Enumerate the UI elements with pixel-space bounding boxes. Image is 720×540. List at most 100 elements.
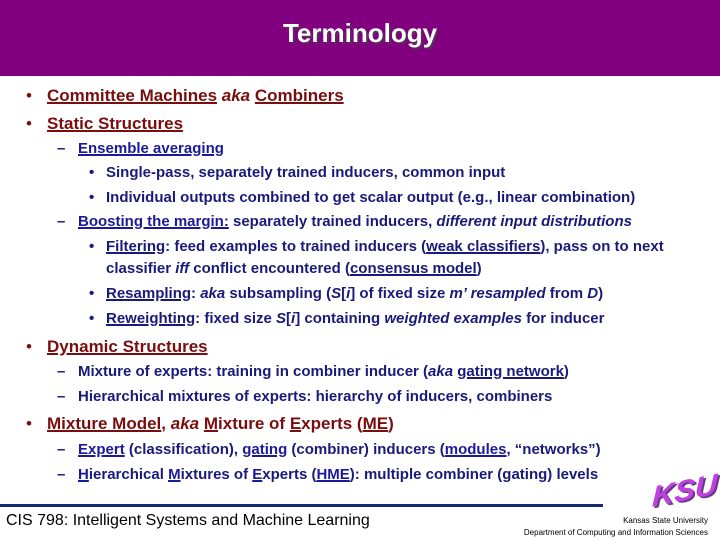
dash-marker: – (57, 466, 66, 483)
bullet-static-structures: Static Structures (47, 114, 183, 134)
emphasis-text: aka (428, 363, 454, 380)
text: ): multiple combiner (gating) levels (349, 466, 599, 483)
university-name: Kansas State University (623, 516, 708, 525)
emphasis-text: iff (175, 260, 190, 277)
emphasis-text: S (331, 285, 342, 302)
text: xperts ( (301, 414, 363, 433)
text: ] of fixed size (350, 285, 450, 302)
bullet-reweighting: Reweighting: fixed size S[i] containing … (106, 310, 604, 327)
bullet-filtering-continued: classifier iff conflict encountered (con… (106, 260, 482, 277)
bullet-marker: • (26, 86, 32, 105)
term-gating: gating (242, 441, 288, 458)
dash-marker: – (57, 213, 66, 230)
term-expert: Expert (78, 441, 125, 458)
text: : (191, 285, 201, 302)
text: (combiner) inducers ( (287, 441, 445, 458)
bullet-filtering: Filtering: feed examples to trained indu… (106, 238, 664, 255)
acronym-letter: M (203, 414, 219, 433)
emphasis-text: m’ resampled (449, 285, 546, 302)
aka-text: aka (217, 86, 255, 105)
term-resampling: Resampling (106, 285, 192, 302)
text: for inducer (521, 310, 605, 327)
acronym-letter: M (168, 466, 181, 483)
text: xperts ( (262, 466, 317, 483)
text: ) (476, 260, 482, 277)
text: , (161, 414, 171, 433)
term-gating-network: gating network (457, 363, 564, 380)
text: , “networks”) (506, 441, 601, 458)
term-modules: modules (444, 441, 507, 458)
term-ensemble-averaging: Ensemble averaging (78, 140, 224, 157)
text: conflict encountered ( (189, 260, 350, 277)
term-mixture-model: Mixture Model (47, 414, 162, 433)
ksu-logo-text: KSU (652, 468, 719, 508)
bullet-hierarchical-mixtures: Hierarchical mixtures of experts: hierar… (78, 388, 553, 405)
term-committee-machines: Committee Machines (47, 86, 218, 105)
ksu-logo: KSU KSU (652, 468, 720, 508)
emphasis-text: aka (170, 414, 200, 433)
bullet-marker: • (26, 114, 32, 133)
text: ) (598, 285, 604, 302)
bullet-marker: • (26, 337, 32, 356)
title-bar: Terminology (0, 0, 720, 76)
bullet-marker: • (89, 189, 95, 206)
dash-marker: – (57, 441, 66, 458)
bullet-marker: • (89, 164, 95, 181)
dash-marker: – (57, 388, 66, 405)
bullet-expert-gating: Expert (classification), gating (combine… (78, 441, 601, 458)
emphasis-text: D (587, 285, 599, 302)
bullet-individual-outputs: Individual outputs combined to get scala… (106, 189, 636, 206)
text: ierarchical (88, 466, 169, 483)
term-dynamic-structures: Dynamic Structures (47, 337, 208, 356)
text: ), pass on to next (540, 238, 664, 255)
emphasis-text: different input distributions (436, 213, 632, 230)
acronym-letter: H (78, 466, 89, 483)
bullet-committee-machines: Committee Machines aka Combiners (47, 86, 344, 106)
term-weak-classifiers: weak classifiers (426, 238, 541, 255)
bullet-marker: • (89, 238, 95, 255)
dash-marker: – (57, 140, 66, 157)
bullet-marker: • (26, 414, 32, 433)
term-me: ME (362, 414, 389, 433)
text: ) (388, 414, 394, 433)
text: ixture of (218, 414, 290, 433)
text: ixtures of (180, 466, 253, 483)
slide-title: Terminology (282, 18, 438, 48)
acronym-letter: E (289, 414, 302, 433)
course-title: CIS 798: Intelligent Systems and Machine… (6, 512, 370, 529)
term-combiners: Combiners (254, 86, 344, 105)
bullet-single-pass: Single-pass, separately trained inducers… (106, 164, 506, 181)
bullet-dynamic-structures: Dynamic Structures (47, 337, 208, 357)
term-hme: HME (316, 466, 350, 483)
text: from (545, 285, 588, 302)
bullet-ensemble-averaging: Ensemble averaging (78, 140, 224, 157)
bullet-mixture-of-experts: Mixture of experts: training in combiner… (78, 363, 569, 380)
text: subsampling ( (225, 285, 332, 302)
bullet-resampling: Resampling: aka subsampling (S[i] of fix… (106, 285, 603, 302)
department-name: Department of Computing and Information … (523, 528, 708, 537)
bullet-boosting-margin: Boosting the margin: separately trained … (78, 213, 632, 230)
bullet-hme: Hierarchical Mixtures of Experts (HME): … (78, 466, 598, 483)
text: ) (563, 363, 569, 380)
term-consensus-model: consensus model (349, 260, 477, 277)
text: : feed examples to trained inducers ( (165, 238, 427, 255)
emphasis-text: aka (200, 285, 226, 302)
term-static-structures: Static Structures (47, 114, 184, 133)
text: (classification), (124, 441, 243, 458)
bullet-marker: • (89, 285, 95, 302)
text: classifier (106, 260, 176, 277)
emphasis-text: weighted examples (384, 310, 522, 327)
text: ] containing (295, 310, 385, 327)
text: separately trained inducers, (228, 213, 437, 230)
term-reweighting: Reweighting (106, 310, 196, 327)
emphasis-text: S (276, 310, 287, 327)
dash-marker: – (57, 363, 66, 380)
bullet-marker: • (89, 310, 95, 327)
text: : fixed size (195, 310, 277, 327)
footer-divider (0, 504, 603, 507)
term-boosting-margin: Boosting the margin: (78, 213, 229, 230)
acronym-letter: E (252, 466, 263, 483)
text: Mixture of experts: training in combiner… (78, 363, 429, 380)
term-filtering: Filtering (106, 238, 166, 255)
bullet-mixture-model: Mixture Model, aka Mixture of Experts (M… (47, 414, 394, 434)
